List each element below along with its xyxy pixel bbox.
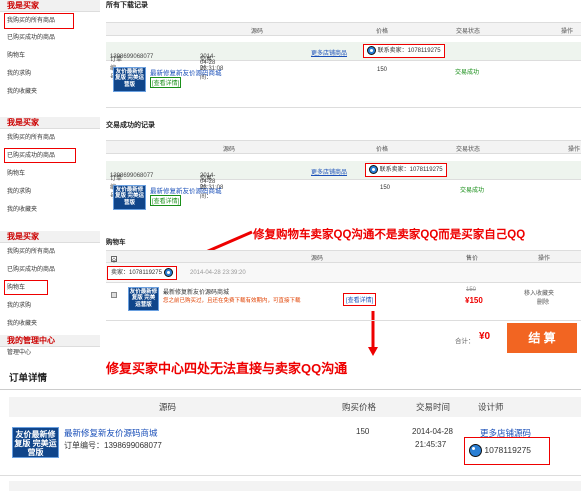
product-thumbnail[interactable]: 友价最新修复版 完美运营版 bbox=[113, 185, 146, 210]
trade-status: 交易成功 bbox=[455, 70, 480, 76]
downloads-order-row: 订单编号：1398699068077 交易时间：2014-04-28 23:31… bbox=[106, 42, 581, 81]
product-name-link[interactable]: 最新修复新友价源码商城 bbox=[64, 427, 158, 439]
header-source: 源码 bbox=[223, 147, 236, 153]
product-price: 150 bbox=[380, 185, 391, 191]
header-buy-price: 购买价格 bbox=[342, 402, 377, 412]
header-source: 源码 bbox=[159, 402, 177, 412]
contact-seller-qq-button[interactable]: 联系卖家：1078119275 bbox=[365, 163, 447, 177]
product-detail-link[interactable]: [查看详情] bbox=[150, 195, 182, 206]
sidebar-manage-heading: 我的管理中心 bbox=[0, 335, 100, 347]
divider bbox=[0, 389, 581, 390]
annotation-cart-qq: 修复购物车卖家QQ沟通不是卖家QQ而是买家自己QQ bbox=[253, 229, 526, 241]
cart-table-header: 全选 源码 售价 操作 bbox=[106, 250, 581, 274]
sidebar-item-cart[interactable]: 购物车 bbox=[0, 165, 100, 183]
contact-seller-qq-button[interactable]: 联系卖家：1078119275 bbox=[363, 44, 445, 58]
sidebar-item-favorites[interactable]: 我的收藏夹 bbox=[0, 315, 100, 333]
header-source: 源码 bbox=[251, 29, 264, 35]
product-price: 150 bbox=[377, 67, 388, 73]
sidebar-item-all-purchases[interactable]: 我购买的所有商品 bbox=[0, 243, 100, 261]
success-order-row: 订单编号：1398699068077 交易时间：2014-04-28 23:31… bbox=[106, 161, 581, 200]
downloads-table-header: 源码 价格 交易状态 操作 bbox=[106, 22, 581, 36]
sidebar-item-wanted[interactable]: 我的求购 bbox=[0, 183, 100, 201]
more-shop-link[interactable]: 更多店铺商品 bbox=[311, 48, 347, 57]
item-checkbox[interactable] bbox=[111, 292, 117, 298]
header-action: 操作 bbox=[561, 29, 574, 35]
designer-qq-button[interactable]: 1078119275 bbox=[464, 437, 550, 465]
order-number: 订单编号：1398699068077 bbox=[64, 441, 162, 450]
product-name-link[interactable]: 最新修复新友价源码商城 bbox=[150, 185, 222, 195]
header-source: 源码 bbox=[311, 256, 324, 262]
header-action: 操作 bbox=[568, 147, 581, 153]
sidebar-item-all-purchases[interactable]: 我购买的所有商品 bbox=[4, 13, 74, 29]
footer-bar bbox=[9, 481, 581, 491]
sidebar-item-wanted[interactable]: 我的求购 bbox=[0, 297, 100, 315]
annotation-buyer-center-qq: 修复买家中心四处无法直接与卖家QQ沟通 bbox=[106, 361, 348, 376]
qq-icon bbox=[369, 164, 378, 174]
order-detail-title: 订单详情 bbox=[9, 373, 48, 384]
header-price: 价格 bbox=[376, 147, 389, 153]
product-thumbnail[interactable]: 友价最新修复版 完美运营版 bbox=[12, 427, 59, 458]
buy-price: 150 bbox=[356, 427, 370, 436]
sidebar-heading: 我是买家 bbox=[0, 231, 100, 243]
trade-date: 2014-04-28 bbox=[412, 427, 453, 436]
sidebar-item-favorites[interactable]: 我的收藏夹 bbox=[0, 83, 100, 101]
header-action: 操作 bbox=[538, 256, 551, 262]
more-shop-link[interactable]: 更多店铺商品 bbox=[311, 167, 347, 176]
sidebar-buyer-2: 我是买家 我购买的所有商品 已购买成功的商品 购物车 我的求购 我的收藏夹 bbox=[0, 117, 100, 227]
view-detail-button[interactable]: [查看详情] bbox=[343, 293, 377, 306]
sidebar-item-success[interactable]: 已购买成功的商品 bbox=[0, 261, 100, 279]
qq-icon bbox=[163, 267, 173, 277]
product-detail-link[interactable]: [查看详情] bbox=[150, 77, 182, 88]
total-amount: ¥0 bbox=[479, 331, 491, 342]
trade-status: 交易成功 bbox=[460, 188, 485, 194]
qq-icon bbox=[469, 444, 482, 458]
sidebar-buyer-3: 我是买家 我购买的所有商品 已购买成功的商品 购物车 我的求购 我的收藏夹 我的… bbox=[0, 231, 100, 361]
sidebar-item-success[interactable]: 已购买成功的商品 bbox=[0, 147, 100, 165]
sidebar-item-success[interactable]: 已购买成功的商品 bbox=[0, 29, 100, 47]
product-name-link[interactable]: 最新修复新友价源码商城 bbox=[150, 67, 222, 77]
qq-icon bbox=[367, 45, 376, 55]
section-title-cart: 购物车 bbox=[106, 239, 126, 246]
sidebar-item-all-purchases[interactable]: 我购买的所有商品 bbox=[0, 129, 100, 147]
sale-price: ¥150 bbox=[465, 296, 483, 305]
header-price: 价格 bbox=[376, 29, 389, 35]
header-trade-time: 交易时间 bbox=[416, 402, 451, 412]
product-name[interactable]: 最新修复新友价源码商城 bbox=[163, 287, 229, 296]
cart-seller-qq-button[interactable]: 卖家：1078119275 bbox=[107, 266, 177, 280]
arrow-down-icon bbox=[368, 311, 378, 356]
order-detail-header: 源码 购买价格 交易时间 设计师 bbox=[9, 397, 581, 417]
header-designer: 设计师 bbox=[478, 402, 504, 412]
sidebar-heading: 我是买家 bbox=[0, 117, 100, 129]
sidebar-item-favorites[interactable]: 我的收藏夹 bbox=[0, 201, 100, 219]
product-thumbnail[interactable]: 友价最新修复版 完美运营版 bbox=[128, 287, 159, 311]
move-to-favorites[interactable]: 移入收藏夹 bbox=[524, 288, 554, 297]
header-status: 交易状态 bbox=[456, 147, 481, 153]
total-label: 合计： bbox=[455, 338, 475, 345]
delete-link[interactable]: 删除 bbox=[537, 297, 549, 306]
product-thumbnail[interactable]: 友价最新修复版 完美运营版 bbox=[113, 67, 146, 92]
checkout-button[interactable]: 结 算 bbox=[507, 323, 577, 353]
divider bbox=[106, 320, 581, 321]
sidebar-item-manage[interactable]: 管理中心 bbox=[0, 347, 100, 357]
sidebar-item-cart[interactable]: 购物车 bbox=[0, 279, 100, 297]
section-title-downloads: 所有下载记录 bbox=[106, 2, 148, 9]
original-price: 150 bbox=[466, 287, 477, 293]
cart-date: 2014-04-28 23:39:20 bbox=[190, 270, 246, 276]
sidebar-item-wanted[interactable]: 我的求购 bbox=[0, 65, 100, 83]
purchase-notice: 您之前已购买过，且还在免费下载有效期内，可直接下载 bbox=[163, 298, 301, 304]
sidebar-buyer-1: 我是买家 我购买的所有商品 已购买成功的商品 购物车 我的求购 我的收藏夹 bbox=[0, 0, 100, 106]
divider bbox=[0, 475, 581, 476]
header-status: 交易状态 bbox=[456, 29, 481, 35]
success-table-header: 源码 价格 交易状态 操作 bbox=[106, 140, 581, 154]
trade-time: 21:45:37 bbox=[415, 440, 447, 449]
section-title-success: 交易成功的记录 bbox=[106, 122, 155, 129]
sidebar-item-cart[interactable]: 购物车 bbox=[0, 47, 100, 65]
divider bbox=[106, 107, 581, 108]
header-price: 售价 bbox=[466, 256, 479, 262]
cart-seller-row bbox=[106, 263, 581, 283]
sidebar-heading: 我是买家 bbox=[0, 0, 100, 12]
